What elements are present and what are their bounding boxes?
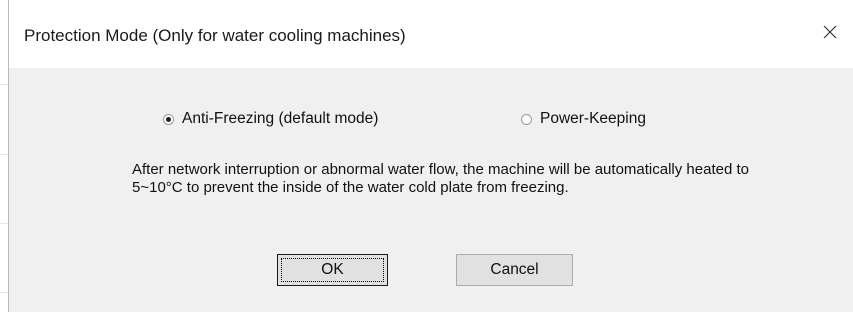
ok-button-label: OK (321, 261, 344, 278)
protection-mode-dialog: Protection Mode (Only for water cooling … (8, 0, 853, 312)
dialog-content: Anti-Freezing (default mode) Power-Keepi… (9, 68, 853, 312)
dialog-titlebar: Protection Mode (Only for water cooling … (9, 0, 853, 68)
ok-button[interactable]: OK (277, 254, 388, 286)
radio-checked-icon (163, 113, 174, 125)
cancel-button-label: Cancel (490, 261, 539, 278)
cancel-button[interactable]: Cancel (456, 254, 573, 286)
radio-power-keeping[interactable]: Power-Keeping (521, 110, 646, 128)
dialog-title: Protection Mode (Only for water cooling … (24, 26, 406, 45)
radio-power-keeping-label: Power-Keeping (540, 110, 646, 127)
radio-unchecked-icon (521, 113, 532, 125)
mode-description: After network interruption or abnormal w… (132, 161, 749, 196)
close-icon (823, 25, 837, 44)
radio-anti-freezing-label: Anti-Freezing (default mode) (182, 110, 379, 127)
close-button[interactable] (807, 14, 853, 54)
radio-anti-freezing[interactable]: Anti-Freezing (default mode) (163, 110, 378, 128)
